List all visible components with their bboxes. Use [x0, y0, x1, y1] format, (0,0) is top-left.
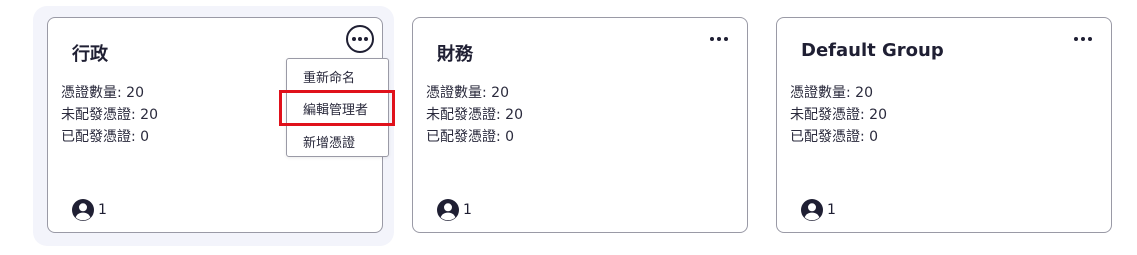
- stat-unassigned-credentials: 未配發憑證: 20: [790, 107, 887, 123]
- card-stats: 憑證數量: 20 未配發憑證: 20 已配發憑證: 0: [426, 82, 523, 148]
- user-circle-icon[interactable]: [436, 198, 460, 222]
- user-count: 1: [463, 202, 472, 218]
- stat-unassigned-credentials: 未配發憑證: 20: [426, 107, 523, 123]
- stat-unassigned-credentials: 未配發憑證: 20: [61, 107, 158, 123]
- group-card-default[interactable]: Default Group 憑證數量: 20 未配發憑證: 20 已配發憑證: …: [776, 17, 1112, 233]
- menu-item-rename[interactable]: 重新命名: [287, 60, 388, 92]
- card-stats: 憑證數量: 20 未配發憑證: 20 已配發憑證: 0: [61, 82, 158, 148]
- card-stats: 憑證數量: 20 未配發憑證: 20 已配發憑證: 0: [790, 82, 887, 148]
- card-footer: 1: [800, 198, 836, 222]
- more-horizontal-icon: [1074, 37, 1092, 41]
- more-options-button[interactable]: [1069, 28, 1097, 50]
- stat-assigned-credentials: 已配發憑證: 0: [790, 129, 879, 145]
- group-card-finance[interactable]: 財務 憑證數量: 20 未配發憑證: 20 已配發憑證: 0 1: [412, 17, 748, 233]
- user-count: 1: [827, 202, 836, 218]
- stat-assigned-credentials: 已配發憑證: 0: [426, 129, 515, 145]
- stat-total-credentials: 憑證數量: 20: [790, 85, 873, 101]
- menu-item-add-credential[interactable]: 新增憑證: [287, 125, 388, 157]
- card-footer: 1: [71, 198, 107, 222]
- stat-total-credentials: 憑證數量: 20: [426, 85, 509, 101]
- user-count: 1: [98, 202, 107, 218]
- user-circle-icon[interactable]: [71, 198, 95, 222]
- stat-total-credentials: 憑證數量: 20: [61, 85, 144, 101]
- stat-assigned-credentials: 已配發憑證: 0: [61, 129, 150, 145]
- card-title: Default Group: [801, 40, 944, 61]
- user-circle-icon[interactable]: [800, 198, 824, 222]
- card-title: 財務: [437, 44, 473, 65]
- card-title: 行政: [72, 44, 108, 65]
- card-context-menu: 重新命名 編輯管理者 新增憑證: [286, 58, 389, 157]
- more-horizontal-icon: [352, 37, 368, 41]
- menu-item-edit-managers[interactable]: 編輯管理者: [287, 92, 388, 124]
- more-options-button[interactable]: [346, 25, 374, 53]
- more-options-button[interactable]: [705, 28, 733, 50]
- card-footer: 1: [436, 198, 472, 222]
- more-horizontal-icon: [710, 37, 728, 41]
